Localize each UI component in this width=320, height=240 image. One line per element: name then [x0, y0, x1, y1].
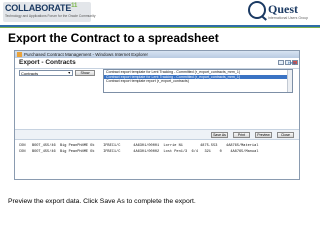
slide-caption: Preview the export data. Click Save As t… [8, 198, 196, 205]
collaborate-logo: COLLABORATE11 Technology and Application… [3, 2, 96, 22]
export-type-select[interactable]: Contracts ▼ [19, 70, 73, 76]
quest-q-icon [248, 1, 266, 19]
collaborate-tagline: Technology and Applications Forum for th… [5, 14, 96, 18]
help-link[interactable]: Help [288, 60, 296, 65]
quest-name: Quest [268, 2, 298, 16]
table-row: CON BOOT_455/46 Big PeanPhNME Ok IFBEC1/… [19, 150, 259, 154]
listbox-scrollbar[interactable] [287, 70, 292, 92]
export-type-value: Contracts [21, 71, 39, 76]
chevron-down-icon: ▼ [67, 71, 71, 75]
show-button[interactable]: Show [75, 70, 95, 76]
window-titlebar: Purchased Contract Management - Windows … [15, 51, 299, 65]
window-controls [277, 52, 298, 65]
close-button[interactable]: Close [277, 131, 294, 138]
collaborate-year: 11 [71, 3, 78, 9]
export-header: Export - Contracts Help [15, 58, 299, 69]
header-banner: COLLABORATE11 Technology and Application… [0, 0, 320, 26]
page-heading: Export - Contracts [19, 59, 76, 66]
quest-subtitle: International Users Group [268, 16, 309, 20]
quest-logo: Quest International Users Group [248, 1, 314, 23]
preview-data: CON BOOT_455/46 Big PeanPhNME Ok IFBEC1/… [19, 143, 289, 155]
action-toolbar: Save As Print Preview Close [15, 129, 299, 140]
slide-title: Export the Contract to a spreadsheet [8, 31, 219, 45]
template-listbox[interactable]: Contract export template for Lent Tracki… [103, 69, 293, 93]
collaborate-title: COLLABORATE [5, 3, 72, 13]
header-rule-green [0, 27, 320, 28]
window-title: Purchased Contract Management - Windows … [24, 52, 149, 57]
preview-button[interactable]: Preview [255, 131, 272, 138]
browser-window: Purchased Contract Management - Windows … [14, 50, 300, 180]
save-as-button[interactable]: Save As [211, 131, 228, 138]
print-button[interactable]: Print [233, 131, 250, 138]
list-item[interactable]: Contract export template report (r_expor… [104, 79, 292, 84]
ie-icon [17, 52, 22, 57]
